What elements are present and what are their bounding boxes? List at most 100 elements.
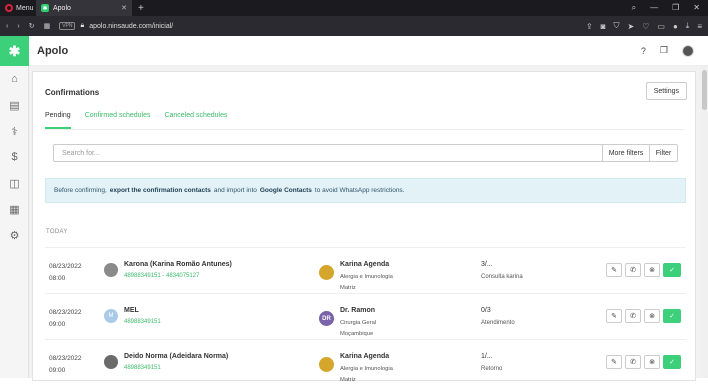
- app-sidebar: ✱ ⌂ ▤ ⚕ $ ◫ ▦ ⚙: [0, 36, 29, 378]
- user-avatar[interactable]: [682, 44, 694, 57]
- confirm-check-icon[interactable]: ✓: [663, 263, 681, 277]
- tab-close-icon[interactable]: ✕: [121, 4, 127, 12]
- patient-avatar: [104, 355, 118, 369]
- doctor-avatar: [319, 265, 334, 280]
- appointment-time: 09:00: [49, 321, 66, 328]
- tab-canceled[interactable]: Canceled schedules: [164, 112, 227, 129]
- doctor-specialty: Cirurgia Geral Moçambique: [340, 318, 376, 340]
- lock-icon: 🔒︎: [80, 22, 85, 29]
- reload-icon[interactable]: ↻: [29, 22, 35, 30]
- table-row[interactable]: 08/23/2022 09:00 M MEL 48988349151 DR Dr…: [45, 293, 686, 339]
- whatsapp-icon[interactable]: ✆: [625, 355, 641, 369]
- cancel-icon[interactable]: ⊗: [644, 355, 660, 369]
- patient-avatar: [104, 263, 118, 277]
- help-icon[interactable]: ?: [641, 46, 646, 56]
- settings-button[interactable]: Settings: [645, 82, 687, 100]
- patient-name[interactable]: MEL: [124, 307, 139, 314]
- gear-icon[interactable]: ⚙: [0, 222, 29, 248]
- profile-icon[interactable]: ●: [673, 22, 678, 31]
- dollar-icon[interactable]: $: [0, 144, 29, 170]
- patient-phone[interactable]: 48988349151: [124, 365, 161, 371]
- doctor-name: Karina Agenda: [340, 353, 390, 360]
- extension-icon[interactable]: ▭: [657, 22, 665, 31]
- browser-menu-icon[interactable]: ≡: [697, 22, 702, 31]
- search-input[interactable]: Search for...: [53, 144, 603, 162]
- heart-icon[interactable]: ♡: [642, 22, 649, 31]
- status-text: 0/3: [481, 307, 491, 314]
- url-field[interactable]: VPN 🔒︎ apolo.ninsaude.com/inicial/: [59, 22, 173, 30]
- edit-icon[interactable]: ✎: [606, 263, 622, 277]
- close-window-icon[interactable]: ✕: [693, 3, 700, 13]
- patient-name[interactable]: Deido Norma (Adeidara Norma): [124, 353, 228, 360]
- new-tab-icon[interactable]: +: [138, 3, 144, 14]
- calendar-icon[interactable]: ▤: [0, 92, 29, 118]
- doctor-specialty: Alergia e Imunologia Matriz: [340, 364, 393, 386]
- minimize-icon[interactable]: —: [650, 3, 658, 13]
- forward-icon[interactable]: ›: [17, 23, 19, 30]
- tabs-divider: [45, 129, 685, 130]
- scrollbar-thumb[interactable]: [702, 70, 707, 110]
- browser-title-bar: Menu ✱ Apolo ✕ + ⌕ — ❐ ✕: [0, 0, 708, 16]
- info-bold-1: export the confirmation contacts: [109, 187, 211, 194]
- appointment-date: 08/23/2022: [49, 309, 82, 316]
- more-filters-button[interactable]: More filters: [602, 144, 650, 162]
- send-icon[interactable]: ➤: [628, 22, 635, 31]
- download-icon[interactable]: ⤓: [686, 21, 690, 31]
- edit-icon[interactable]: ✎: [606, 355, 622, 369]
- appointment-datetime: 08/23/2022 09:00: [49, 353, 82, 377]
- specialty-text: Alergia e Imunologia: [340, 366, 393, 372]
- appointment-date: 08/23/2022: [49, 263, 82, 270]
- tabs-grid-icon[interactable]: ▦: [44, 22, 51, 30]
- appointment-time: 09:00: [49, 367, 66, 374]
- stethoscope-icon[interactable]: ⚕: [0, 118, 29, 144]
- tab-confirmed[interactable]: Confirmed schedules: [85, 112, 151, 129]
- shield-icon[interactable]: ⛉: [614, 21, 620, 31]
- browser-menu-button[interactable]: Menu: [0, 4, 36, 12]
- table-row[interactable]: 08/23/2022 09:00 Deido Norma (Adeidara N…: [45, 339, 686, 385]
- vpn-badge[interactable]: VPN: [59, 22, 76, 30]
- filter-button[interactable]: Filter: [649, 144, 678, 162]
- status-text: 3/...: [481, 261, 493, 268]
- location-text: Matriz: [340, 377, 356, 383]
- table-row[interactable]: 08/23/2022 08:00 Karona (Karina Romão An…: [45, 247, 686, 293]
- info-text-2: and import into: [213, 187, 257, 194]
- whatsapp-icon[interactable]: ✆: [625, 309, 641, 323]
- service-text: Consulta karina: [481, 274, 523, 280]
- tabs: Pending Confirmed schedules Canceled sch…: [45, 112, 228, 129]
- tab-favicon-icon: ✱: [41, 4, 49, 12]
- bag-icon[interactable]: ◫: [0, 170, 29, 196]
- camera-icon[interactable]: ◙: [601, 22, 606, 31]
- doctor-name: Dr. Ramon: [340, 307, 376, 314]
- share-icon[interactable]: ⇪: [586, 22, 593, 31]
- appointment-date: 08/23/2022: [49, 355, 82, 362]
- app-header: Apolo ? ❐: [29, 36, 708, 66]
- confirm-check-icon[interactable]: ✓: [663, 355, 681, 369]
- tab-pending[interactable]: Pending: [45, 112, 71, 129]
- search-tabs-icon[interactable]: ⌕: [632, 3, 636, 13]
- confirm-check-icon[interactable]: ✓: [663, 309, 681, 323]
- back-icon[interactable]: ‹: [6, 23, 8, 30]
- appointment-time: 08:00: [49, 275, 66, 282]
- cancel-icon[interactable]: ⊗: [644, 263, 660, 277]
- patient-phone[interactable]: 48988349151: [124, 319, 161, 325]
- service-text: Retorno: [481, 366, 503, 372]
- page-scrollbar[interactable]: [700, 66, 708, 378]
- edit-icon[interactable]: ✎: [606, 309, 622, 323]
- address-bar: ‹ › ↻ ▦ VPN 🔒︎ apolo.ninsaude.com/inicia…: [0, 16, 708, 36]
- app-logo-icon[interactable]: ✱: [0, 36, 29, 66]
- restore-icon[interactable]: ❐: [672, 3, 679, 13]
- browser-menu-label: Menu: [16, 4, 34, 12]
- confirmations-card: Confirmations Settings Pending Confirmed…: [32, 71, 696, 383]
- cancel-icon[interactable]: ⊗: [644, 309, 660, 323]
- grid-icon[interactable]: ▦: [0, 196, 29, 222]
- patient-phone[interactable]: 48988349151 - 4834075127: [124, 273, 199, 279]
- whatsapp-icon[interactable]: ✆: [625, 263, 641, 277]
- browser-tab[interactable]: ✱ Apolo ✕: [36, 0, 132, 16]
- url-text: apolo.ninsaude.com/inicial/: [89, 22, 174, 30]
- home-icon[interactable]: ⌂: [0, 66, 29, 92]
- doctor-avatar: [319, 357, 334, 372]
- patient-name[interactable]: Karona (Karina Romão Antunes): [124, 261, 232, 268]
- service-text: Atendimento: [481, 320, 515, 326]
- row-actions: ✎ ✆ ⊗ ✓: [606, 263, 681, 277]
- chat-icon[interactable]: ❐: [660, 45, 668, 56]
